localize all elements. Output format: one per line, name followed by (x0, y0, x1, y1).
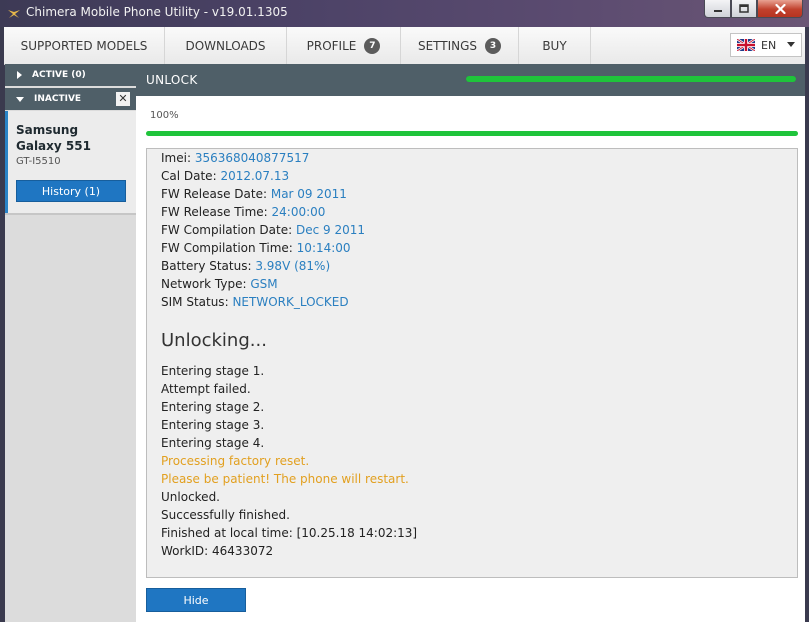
info-value: 10:14:00 (296, 241, 351, 255)
info-label: Cal Date: (161, 169, 217, 183)
window-title: Chimera Mobile Phone Utility - v19.01.13… (26, 5, 288, 19)
menu-settings[interactable]: SETTINGS 3 (401, 27, 519, 64)
info-value: GSM (250, 277, 278, 291)
log-line: Finished at local time: [10.25.18 14:02:… (161, 526, 418, 540)
active-label: ACTIVE (0) (32, 70, 86, 80)
minimize-button[interactable] (704, 0, 731, 18)
header-progress-fill (466, 76, 796, 82)
device-card[interactable]: Samsung Galaxy 551 GT-I5510 History (1) (5, 111, 136, 213)
info-line: FW Release Time: 24:00:00 (161, 205, 325, 219)
sidebar-section-inactive[interactable]: INACTIVE ✕ (5, 88, 136, 110)
menu-buy[interactable]: BUY (519, 27, 591, 64)
minimize-icon (713, 9, 722, 12)
info-value: NETWORK_LOCKED (232, 295, 349, 309)
log-panel: Imei: 356368040877517 Cal Date: 2012.07.1… (146, 148, 798, 578)
info-line: SIM Status: NETWORK_LOCKED (161, 295, 349, 309)
info-label: Imei: (161, 151, 191, 165)
language-select[interactable]: EN (730, 33, 802, 57)
menu-label: DOWNLOADS (185, 38, 266, 53)
info-label: SIM Status: (161, 295, 229, 309)
unlocking-heading: Unlocking... (161, 330, 267, 351)
sidebar: ACTIVE (0) INACTIVE ✕ Samsung Galaxy 551… (5, 64, 136, 622)
unlock-title: UNLOCK (146, 73, 198, 87)
progress-percent: 100% (150, 110, 179, 121)
close-icon (774, 3, 786, 14)
log-line-warning: Please be patient! The phone will restar… (161, 472, 409, 486)
menu-label: BUY (542, 38, 567, 53)
log-line: Entering stage 1. (161, 364, 265, 378)
language-value: EN (761, 38, 777, 52)
menu-label: SETTINGS (417, 38, 478, 53)
info-label: FW Release Date: (161, 187, 268, 201)
log-line: Unlocked. (161, 490, 220, 504)
log-line: WorkID: 46433072 (161, 544, 274, 558)
log-line-warning: Processing factory reset. (161, 454, 310, 468)
log-line: Entering stage 2. (161, 400, 265, 414)
info-value: 24:00:00 (271, 205, 326, 219)
settings-badge: 3 (485, 37, 502, 54)
history-button[interactable]: History (1) (16, 180, 126, 202)
sidebar-divider (5, 213, 136, 215)
profile-badge: 7 (364, 37, 381, 54)
maximize-button[interactable] (731, 0, 757, 18)
progress-bar (146, 131, 798, 136)
device-name: Samsung Galaxy 551 (16, 123, 91, 153)
info-line: FW Compilation Time: 10:14:00 (161, 241, 351, 255)
info-value: Dec 9 2011 (295, 223, 366, 237)
chevron-down-icon (787, 42, 795, 47)
header-progress-bar (466, 76, 796, 82)
uk-flag-icon (737, 39, 755, 51)
info-line: Network Type: GSM (161, 277, 278, 291)
info-value: 356368040877517 (194, 151, 310, 165)
info-value: 2012.07.13 (220, 169, 290, 183)
hide-button[interactable]: Hide (146, 588, 246, 612)
window-frame-right (805, 27, 809, 622)
menu-downloads[interactable]: DOWNLOADS (165, 27, 287, 64)
main-panel: UNLOCK 100% Imei: 356368040877517 Cal Dat… (136, 64, 805, 622)
close-icon[interactable]: ✕ (116, 92, 130, 106)
info-label: FW Compilation Time: (161, 241, 293, 255)
sidebar-section-active[interactable]: ACTIVE (0) (5, 64, 136, 86)
log-line: Successfully finished. (161, 508, 290, 522)
close-button[interactable] (757, 0, 803, 18)
menu-label: PROFILE (306, 38, 357, 53)
progress-fill (146, 131, 798, 136)
info-line: FW Release Date: Mar 09 2011 (161, 187, 347, 201)
collapse-arrow-icon (16, 96, 24, 102)
maximize-icon (739, 4, 749, 13)
info-label: FW Release Time: (161, 205, 268, 219)
menu-label: SUPPORTED MODELS (20, 38, 148, 53)
info-label: Battery Status: (161, 259, 252, 273)
info-line: Cal Date: 2012.07.13 (161, 169, 289, 183)
info-line: FW Compilation Date: Dec 9 2011 (161, 223, 365, 237)
info-value: Mar 09 2011 (270, 187, 347, 201)
info-label: Network Type: (161, 277, 247, 291)
menu-supported-models[interactable]: SUPPORTED MODELS (4, 27, 165, 64)
menu-bar: SUPPORTED MODELS DOWNLOADS PROFILE 7 SET… (4, 27, 805, 65)
inactive-label: INACTIVE (34, 94, 82, 104)
unlock-header: UNLOCK (136, 64, 805, 96)
device-model: GT-I5510 (16, 156, 61, 167)
title-bar: Chimera Mobile Phone Utility - v19.01.13… (0, 0, 809, 27)
chimera-logo-icon (8, 10, 20, 18)
log-line: Attempt failed. (161, 382, 251, 396)
log-line: Entering stage 4. (161, 436, 265, 450)
info-label: FW Compilation Date: (161, 223, 293, 237)
info-line: Imei: 356368040877517 (161, 151, 309, 165)
expand-arrow-icon (17, 71, 22, 79)
info-value: 3.98V (81%) (255, 259, 331, 273)
menu-profile[interactable]: PROFILE 7 (287, 27, 401, 64)
log-line: Entering stage 3. (161, 418, 265, 432)
info-line: Battery Status: 3.98V (81%) (161, 259, 330, 273)
